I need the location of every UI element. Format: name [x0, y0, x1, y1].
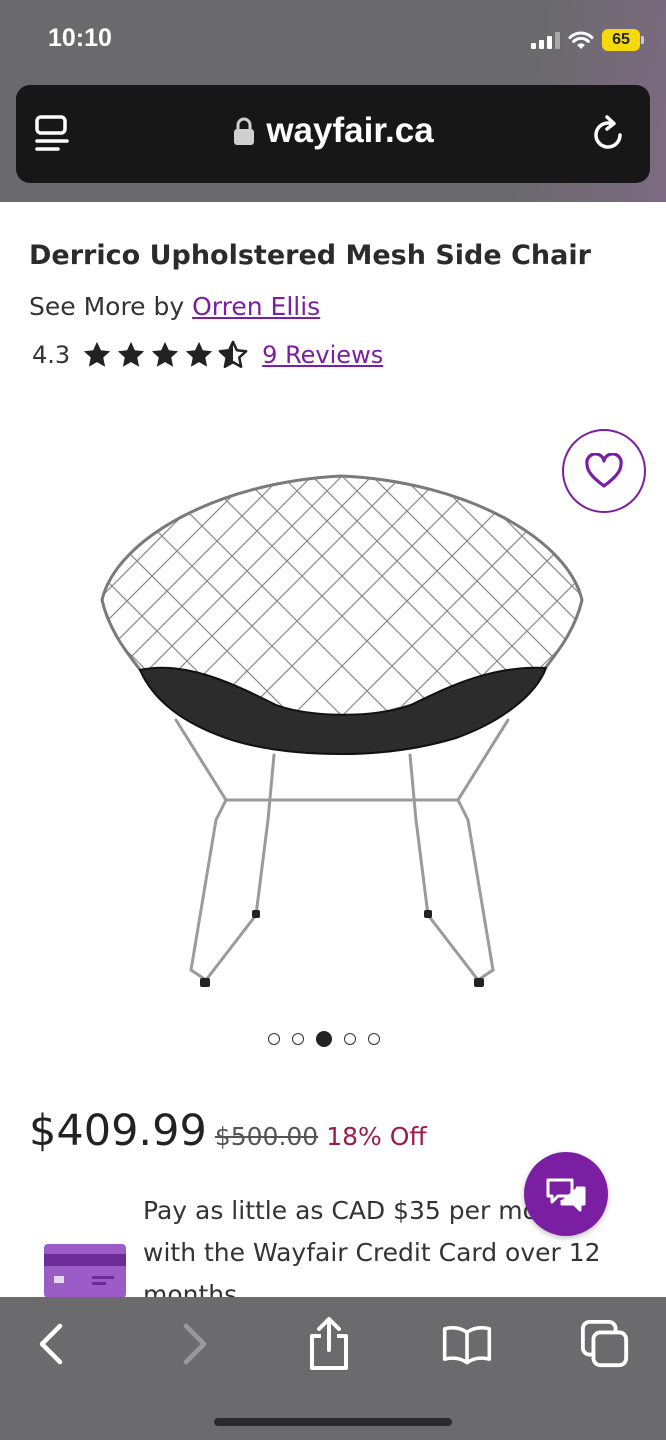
- browser-top-chrome: 10:10 65 wayfair.ca: [0, 0, 666, 202]
- cellular-signal-icon: [531, 31, 560, 49]
- original-price: $500.00: [214, 1122, 319, 1151]
- share-button[interactable]: [304, 1317, 354, 1370]
- reviews-link[interactable]: 9 Reviews: [262, 341, 383, 369]
- price-row: $409.99 $500.00 18% Off: [29, 1106, 427, 1156]
- star-rating: [82, 340, 248, 370]
- chat-icon: [546, 1178, 586, 1212]
- forward-button[interactable]: [170, 1319, 220, 1369]
- rating-value: 4.3: [32, 341, 71, 369]
- star-icon: [118, 341, 145, 367]
- image-carousel-indicator[interactable]: [268, 1031, 380, 1047]
- rating-row: 4.3 9 Reviews: [32, 340, 383, 370]
- home-indicator: [214, 1418, 452, 1426]
- carousel-dot[interactable]: [368, 1033, 380, 1045]
- mesh-grid: [102, 476, 582, 720]
- lock-icon: [234, 117, 255, 145]
- seat-cushion: [138, 666, 548, 756]
- reload-icon[interactable]: [590, 113, 628, 155]
- status-time: 10:10: [48, 24, 112, 52]
- carousel-dot[interactable]: [344, 1033, 356, 1045]
- star-icon: [84, 341, 111, 367]
- see-more-by: See More by Orren Ellis: [29, 292, 320, 321]
- status-icons: 65: [531, 28, 644, 52]
- product-title: Derrico Upholstered Mesh Side Chair: [29, 240, 591, 271]
- url-text[interactable]: wayfair.ca: [266, 111, 433, 151]
- star-half-icon: [218, 340, 248, 368]
- forward-icon: [183, 1323, 207, 1365]
- tabs-icon: [580, 1319, 629, 1368]
- heart-icon: [585, 453, 623, 488]
- back-button[interactable]: [26, 1319, 76, 1369]
- brand-link[interactable]: Orren Ellis: [192, 292, 320, 321]
- current-price: $409.99: [29, 1106, 207, 1156]
- bookmarks-icon: [442, 1325, 492, 1365]
- carousel-dot[interactable]: [292, 1033, 304, 1045]
- carousel-dot[interactable]: [268, 1033, 280, 1045]
- tabs-button[interactable]: [580, 1319, 630, 1369]
- star-icon: [186, 341, 213, 367]
- chair-frame: [174, 718, 510, 982]
- carousel-dot[interactable]: [316, 1031, 332, 1047]
- share-icon: [310, 1317, 348, 1370]
- discount-badge: 18% Off: [326, 1122, 427, 1151]
- chat-button[interactable]: [524, 1152, 608, 1236]
- wifi-icon: [568, 31, 594, 49]
- star-icon: [152, 341, 179, 367]
- battery-indicator: 65: [602, 29, 644, 51]
- chair-feet: [200, 910, 484, 987]
- back-icon: [39, 1323, 63, 1365]
- address-bar[interactable]: wayfair.ca: [16, 85, 650, 183]
- product-image[interactable]: [96, 470, 588, 995]
- bookmarks-button[interactable]: [442, 1319, 492, 1369]
- credit-card-icon: [44, 1244, 126, 1298]
- see-more-prefix: See More by: [29, 292, 185, 321]
